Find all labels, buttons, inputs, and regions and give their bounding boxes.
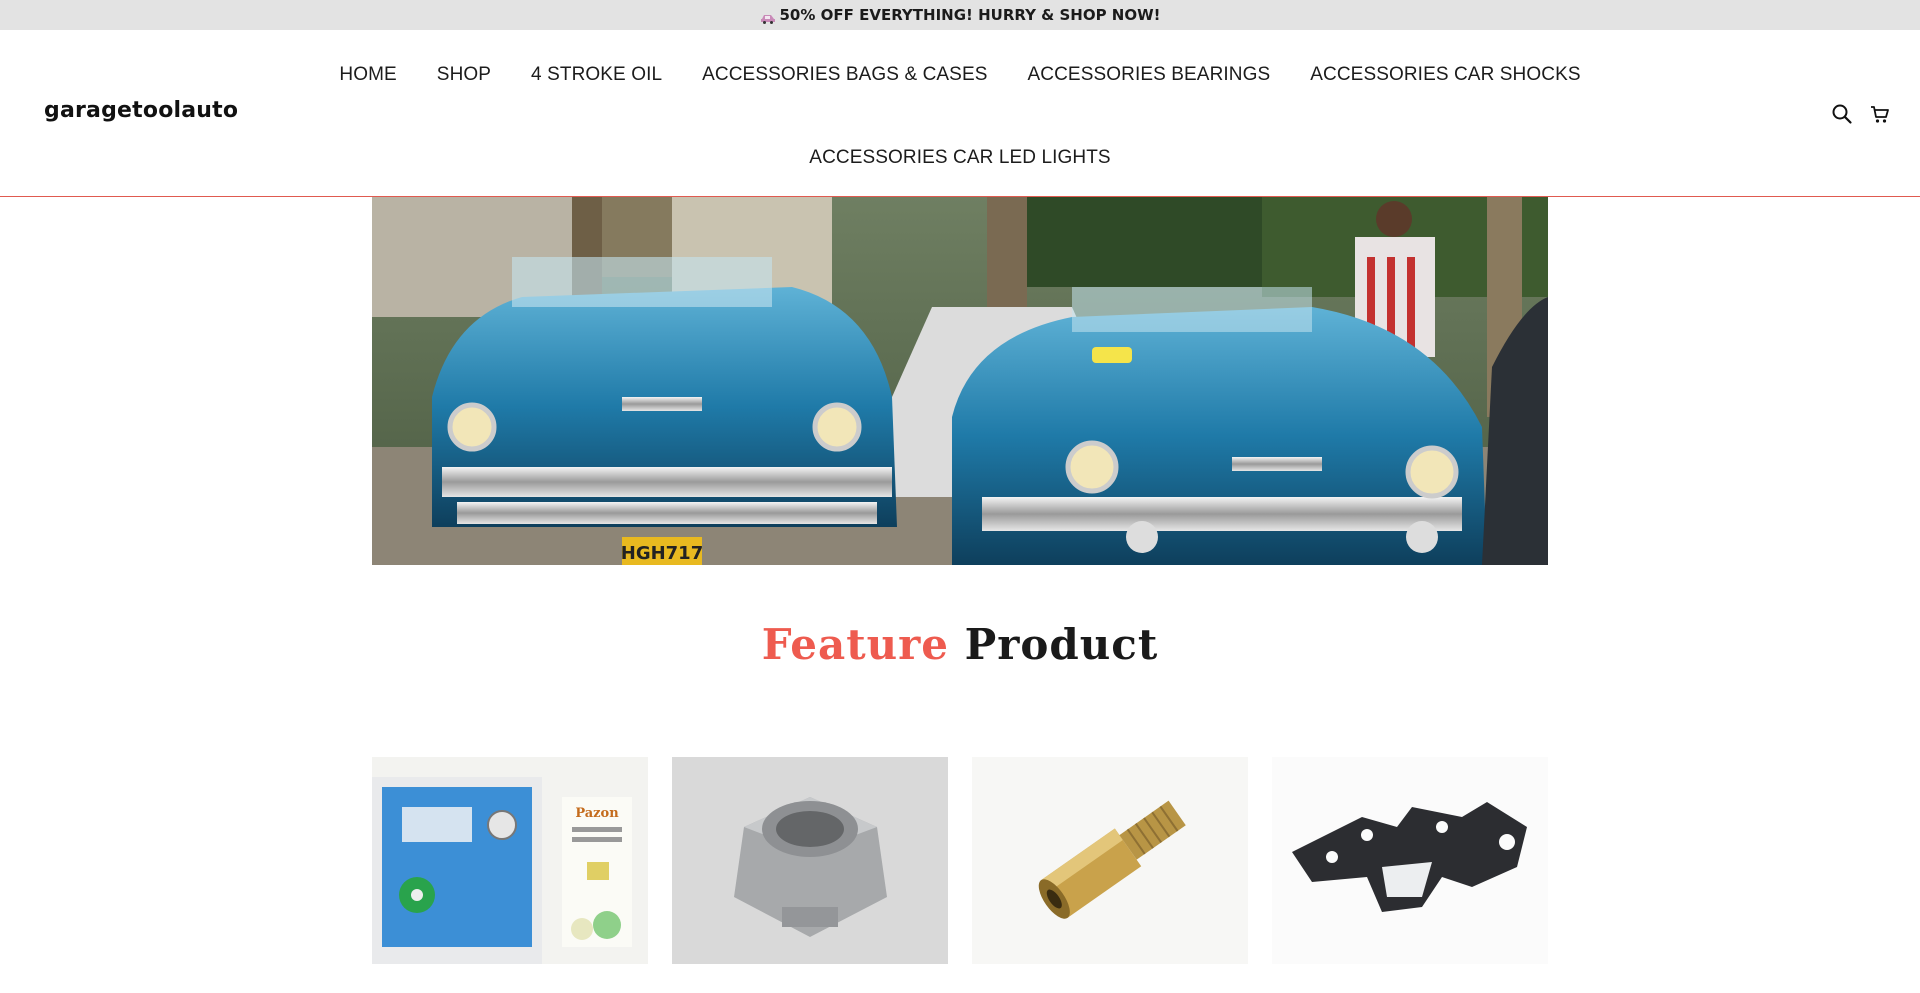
announcement-bar: 50% OFF EVERYTHING! HURRY & SHOP NOW! [0, 0, 1920, 30]
nav-accessories-car-led-lights[interactable]: ACCESSORIES CAR LED LIGHTS [789, 139, 1130, 177]
main-nav-row2: ACCESSORIES CAR LED LIGHTS [345, 139, 1575, 177]
nav-shop[interactable]: SHOP [417, 56, 511, 94]
product-card-metal-bracket[interactable] [1272, 757, 1548, 964]
nav-accessories-bearings[interactable]: ACCESSORIES BEARINGS [1008, 56, 1291, 94]
nav-accessories-car-shocks[interactable]: ACCESSORIES CAR SHOCKS [1290, 56, 1600, 94]
nav-home[interactable]: HOME [319, 56, 416, 94]
car-emoji-icon [760, 10, 776, 24]
product-grid: Pazon [372, 757, 1548, 993]
cart-icon[interactable] [1868, 102, 1892, 126]
site-logo[interactable]: garagetoolauto [44, 98, 238, 123]
product-card-hex-nut[interactable] [672, 757, 948, 964]
search-icon[interactable] [1830, 102, 1854, 126]
product-card-ignition-kit[interactable]: Pazon [372, 757, 648, 964]
section-title-rest: Product [964, 620, 1159, 669]
nav-accessories-bags-cases[interactable]: ACCESSORIES BAGS & CASES [682, 56, 1007, 94]
announcement-text: 50% OFF EVERYTHING! HURRY & SHOP NOW! [779, 6, 1161, 24]
section-title-accent: Feature [761, 620, 949, 669]
header-icons [1830, 102, 1892, 126]
site-header: garagetoolauto HOME SHOP 4 STROKE OIL AC… [0, 30, 1920, 197]
svg-text:HGH717: HGH717 [621, 543, 703, 564]
section-title: Feature Product [0, 620, 1920, 669]
main-nav: HOME SHOP 4 STROKE OIL ACCESSORIES BAGS … [339, 56, 1580, 94]
svg-text:Pazon: Pazon [575, 806, 619, 821]
nav-4-stroke-oil[interactable]: 4 STROKE OIL [511, 56, 682, 94]
product-card-brass-fitting[interactable] [972, 757, 1248, 964]
hero-banner-image: HGH717 [372, 197, 1548, 565]
